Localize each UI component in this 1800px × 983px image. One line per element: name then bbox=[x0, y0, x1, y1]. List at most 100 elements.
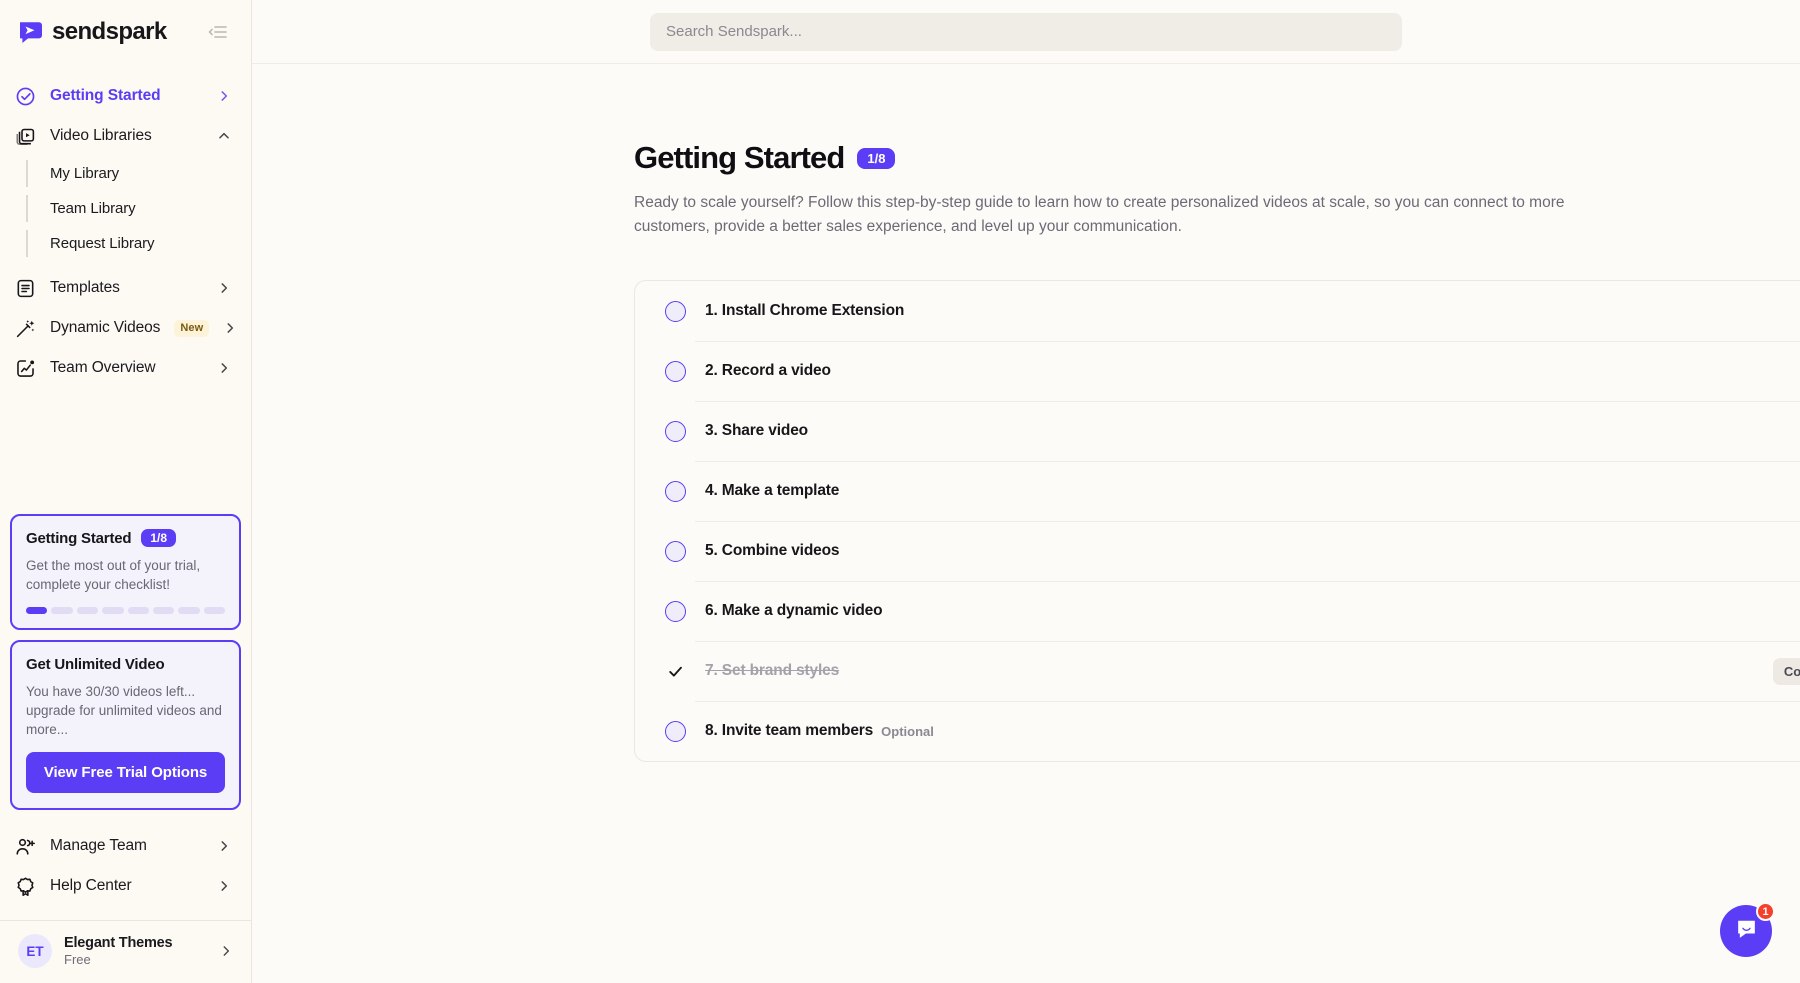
collapse-sidebar-icon[interactable] bbox=[205, 19, 231, 45]
app-root: sendspark Getting Started bbox=[0, 0, 1800, 983]
user-info: Elegant Themes Free bbox=[64, 935, 172, 967]
user-name: Elegant Themes bbox=[64, 935, 172, 951]
sidebar-item-label: Video Libraries bbox=[50, 127, 152, 145]
promo-progress-pill: 1/8 bbox=[141, 529, 176, 547]
checklist-row[interactable]: 8. Invite team membersOptional bbox=[665, 701, 1800, 761]
team-chart-icon bbox=[14, 357, 36, 379]
checkbox-circle-icon[interactable] bbox=[665, 301, 686, 322]
chevron-right-icon bbox=[217, 839, 231, 853]
sidebar-item-label: Manage Team bbox=[50, 837, 147, 855]
checklist-item-label: 5. Combine videos bbox=[705, 542, 839, 560]
sidebar-subitem-label: Team Library bbox=[50, 200, 136, 217]
chevron-right-icon bbox=[223, 321, 237, 335]
progress-segment bbox=[178, 607, 199, 614]
sidebar: sendspark Getting Started bbox=[0, 0, 252, 983]
checkbox-circle-icon[interactable] bbox=[665, 421, 686, 442]
sidebar-bottom-nav: Manage Team Help Center bbox=[0, 826, 251, 914]
content-inner: Getting Started 1/8 Ready to scale yours… bbox=[634, 140, 1800, 762]
new-badge: New bbox=[174, 320, 209, 337]
promo-title: Getting Started bbox=[26, 530, 131, 547]
chat-notification-badge: 1 bbox=[1756, 902, 1775, 921]
checklist-row[interactable]: 6. Make a dynamic video bbox=[665, 581, 1800, 641]
progress-segment bbox=[153, 607, 174, 614]
sidebar-item-dynamic-videos[interactable]: Dynamic Videos New bbox=[0, 308, 251, 348]
video-libraries-submenu: My Library Team Library Request Library bbox=[0, 156, 251, 261]
checklist-row-actions: Completed bbox=[1773, 658, 1800, 685]
sidebar-item-team-overview[interactable]: Team Overview bbox=[0, 348, 251, 388]
check-circle-icon bbox=[14, 85, 36, 107]
sidebar-subitem-label: My Library bbox=[50, 165, 119, 182]
chevron-right-icon bbox=[217, 281, 231, 295]
chevron-right-icon bbox=[217, 361, 231, 375]
checkbox-circle-icon[interactable] bbox=[665, 361, 686, 382]
sidebar-item-video-libraries[interactable]: Video Libraries bbox=[0, 116, 251, 156]
promo-subtitle: Get the most out of your trial, complete… bbox=[26, 556, 225, 594]
page-content: Getting Started 1/8 Ready to scale yours… bbox=[252, 64, 1800, 983]
sidebar-item-team-library[interactable]: Team Library bbox=[26, 191, 251, 226]
chat-widget-button[interactable]: 1 bbox=[1720, 905, 1772, 957]
avatar: ET bbox=[18, 934, 52, 968]
sidebar-promos: Getting Started 1/8 Get the most out of … bbox=[0, 514, 251, 826]
checklist-row[interactable]: 5. Combine videos bbox=[665, 521, 1800, 581]
sidebar-subitem-label: Request Library bbox=[50, 235, 154, 252]
page-title: Getting Started bbox=[634, 140, 844, 176]
upgrade-title: Get Unlimited Video bbox=[26, 656, 225, 673]
brand[interactable]: sendspark bbox=[18, 18, 167, 46]
checklist-item-label: 1. Install Chrome Extension bbox=[705, 302, 904, 320]
sidebar-item-templates[interactable]: Templates bbox=[0, 268, 251, 308]
progress-segment bbox=[102, 607, 123, 614]
help-badge-icon bbox=[14, 875, 36, 897]
getting-started-promo-card[interactable]: Getting Started 1/8 Get the most out of … bbox=[10, 514, 241, 629]
sidebar-spacer bbox=[0, 388, 251, 514]
progress-segment bbox=[51, 607, 72, 614]
intercom-chat-icon bbox=[1734, 916, 1759, 946]
checklist-row[interactable]: 1. Install Chrome Extension bbox=[665, 281, 1800, 341]
getting-started-checklist: 1. Install Chrome Extension 2. Record a v… bbox=[634, 280, 1800, 762]
progress-segment bbox=[26, 607, 47, 614]
user-plan: Free bbox=[64, 952, 172, 967]
promo-header: Getting Started 1/8 bbox=[26, 529, 225, 547]
upgrade-promo-card: Get Unlimited Video You have 30/30 video… bbox=[10, 640, 241, 810]
checkbox-circle-icon[interactable] bbox=[665, 721, 686, 742]
checkbox-circle-icon[interactable] bbox=[665, 601, 686, 622]
sidebar-item-request-library[interactable]: Request Library bbox=[26, 226, 251, 261]
sidebar-item-label: Templates bbox=[50, 279, 120, 297]
chevron-right-icon bbox=[217, 89, 231, 103]
search-input[interactable] bbox=[650, 13, 1402, 51]
main-area: Getting Started 1/8 Ready to scale yours… bbox=[252, 0, 1800, 983]
magic-wand-icon bbox=[14, 317, 36, 339]
sidebar-item-getting-started[interactable]: Getting Started bbox=[0, 76, 251, 116]
sendspark-logo-icon bbox=[18, 19, 44, 45]
sidebar-nav: Getting Started Video Libraries bbox=[0, 64, 251, 388]
sidebar-item-label: Team Overview bbox=[50, 359, 156, 377]
checklist-item-label: 7. Set brand styles bbox=[705, 662, 839, 680]
user-profile-row[interactable]: ET Elegant Themes Free bbox=[0, 921, 251, 983]
checklist-row[interactable]: 3. Share video bbox=[665, 401, 1800, 461]
checklist-item-label: 4. Make a template bbox=[705, 482, 839, 500]
page-progress-pill: 1/8 bbox=[857, 148, 895, 169]
page-description: Ready to scale yourself? Follow this ste… bbox=[634, 191, 1589, 238]
chevron-up-icon bbox=[217, 129, 231, 143]
checklist-row[interactable]: 4. Make a template bbox=[665, 461, 1800, 521]
checkbox-circle-icon[interactable] bbox=[665, 541, 686, 562]
progress-bar bbox=[26, 607, 225, 614]
video-library-icon bbox=[14, 125, 36, 147]
manage-team-icon bbox=[14, 835, 36, 857]
view-free-trial-options-button[interactable]: View Free Trial Options bbox=[26, 752, 225, 793]
checkbox-circle-icon[interactable] bbox=[665, 481, 686, 502]
checklist-row[interactable]: 7. Set brand styles Completed bbox=[665, 641, 1800, 701]
template-icon bbox=[14, 277, 36, 299]
chevron-right-icon bbox=[219, 944, 233, 958]
top-bar bbox=[252, 0, 1800, 64]
sidebar-item-my-library[interactable]: My Library bbox=[26, 156, 251, 191]
progress-segment bbox=[77, 607, 98, 614]
checklist-row[interactable]: 2. Record a video bbox=[665, 341, 1800, 401]
sidebar-item-manage-team[interactable]: Manage Team bbox=[0, 826, 251, 866]
sidebar-item-label: Help Center bbox=[50, 877, 132, 895]
sidebar-item-help-center[interactable]: Help Center bbox=[0, 866, 251, 906]
progress-segment bbox=[128, 607, 149, 614]
upgrade-subtitle: You have 30/30 videos left... upgrade fo… bbox=[26, 682, 225, 739]
checklist-item-label: 3. Share video bbox=[705, 422, 808, 440]
optional-label: Optional bbox=[881, 724, 934, 739]
checkmark-icon[interactable] bbox=[665, 661, 686, 682]
